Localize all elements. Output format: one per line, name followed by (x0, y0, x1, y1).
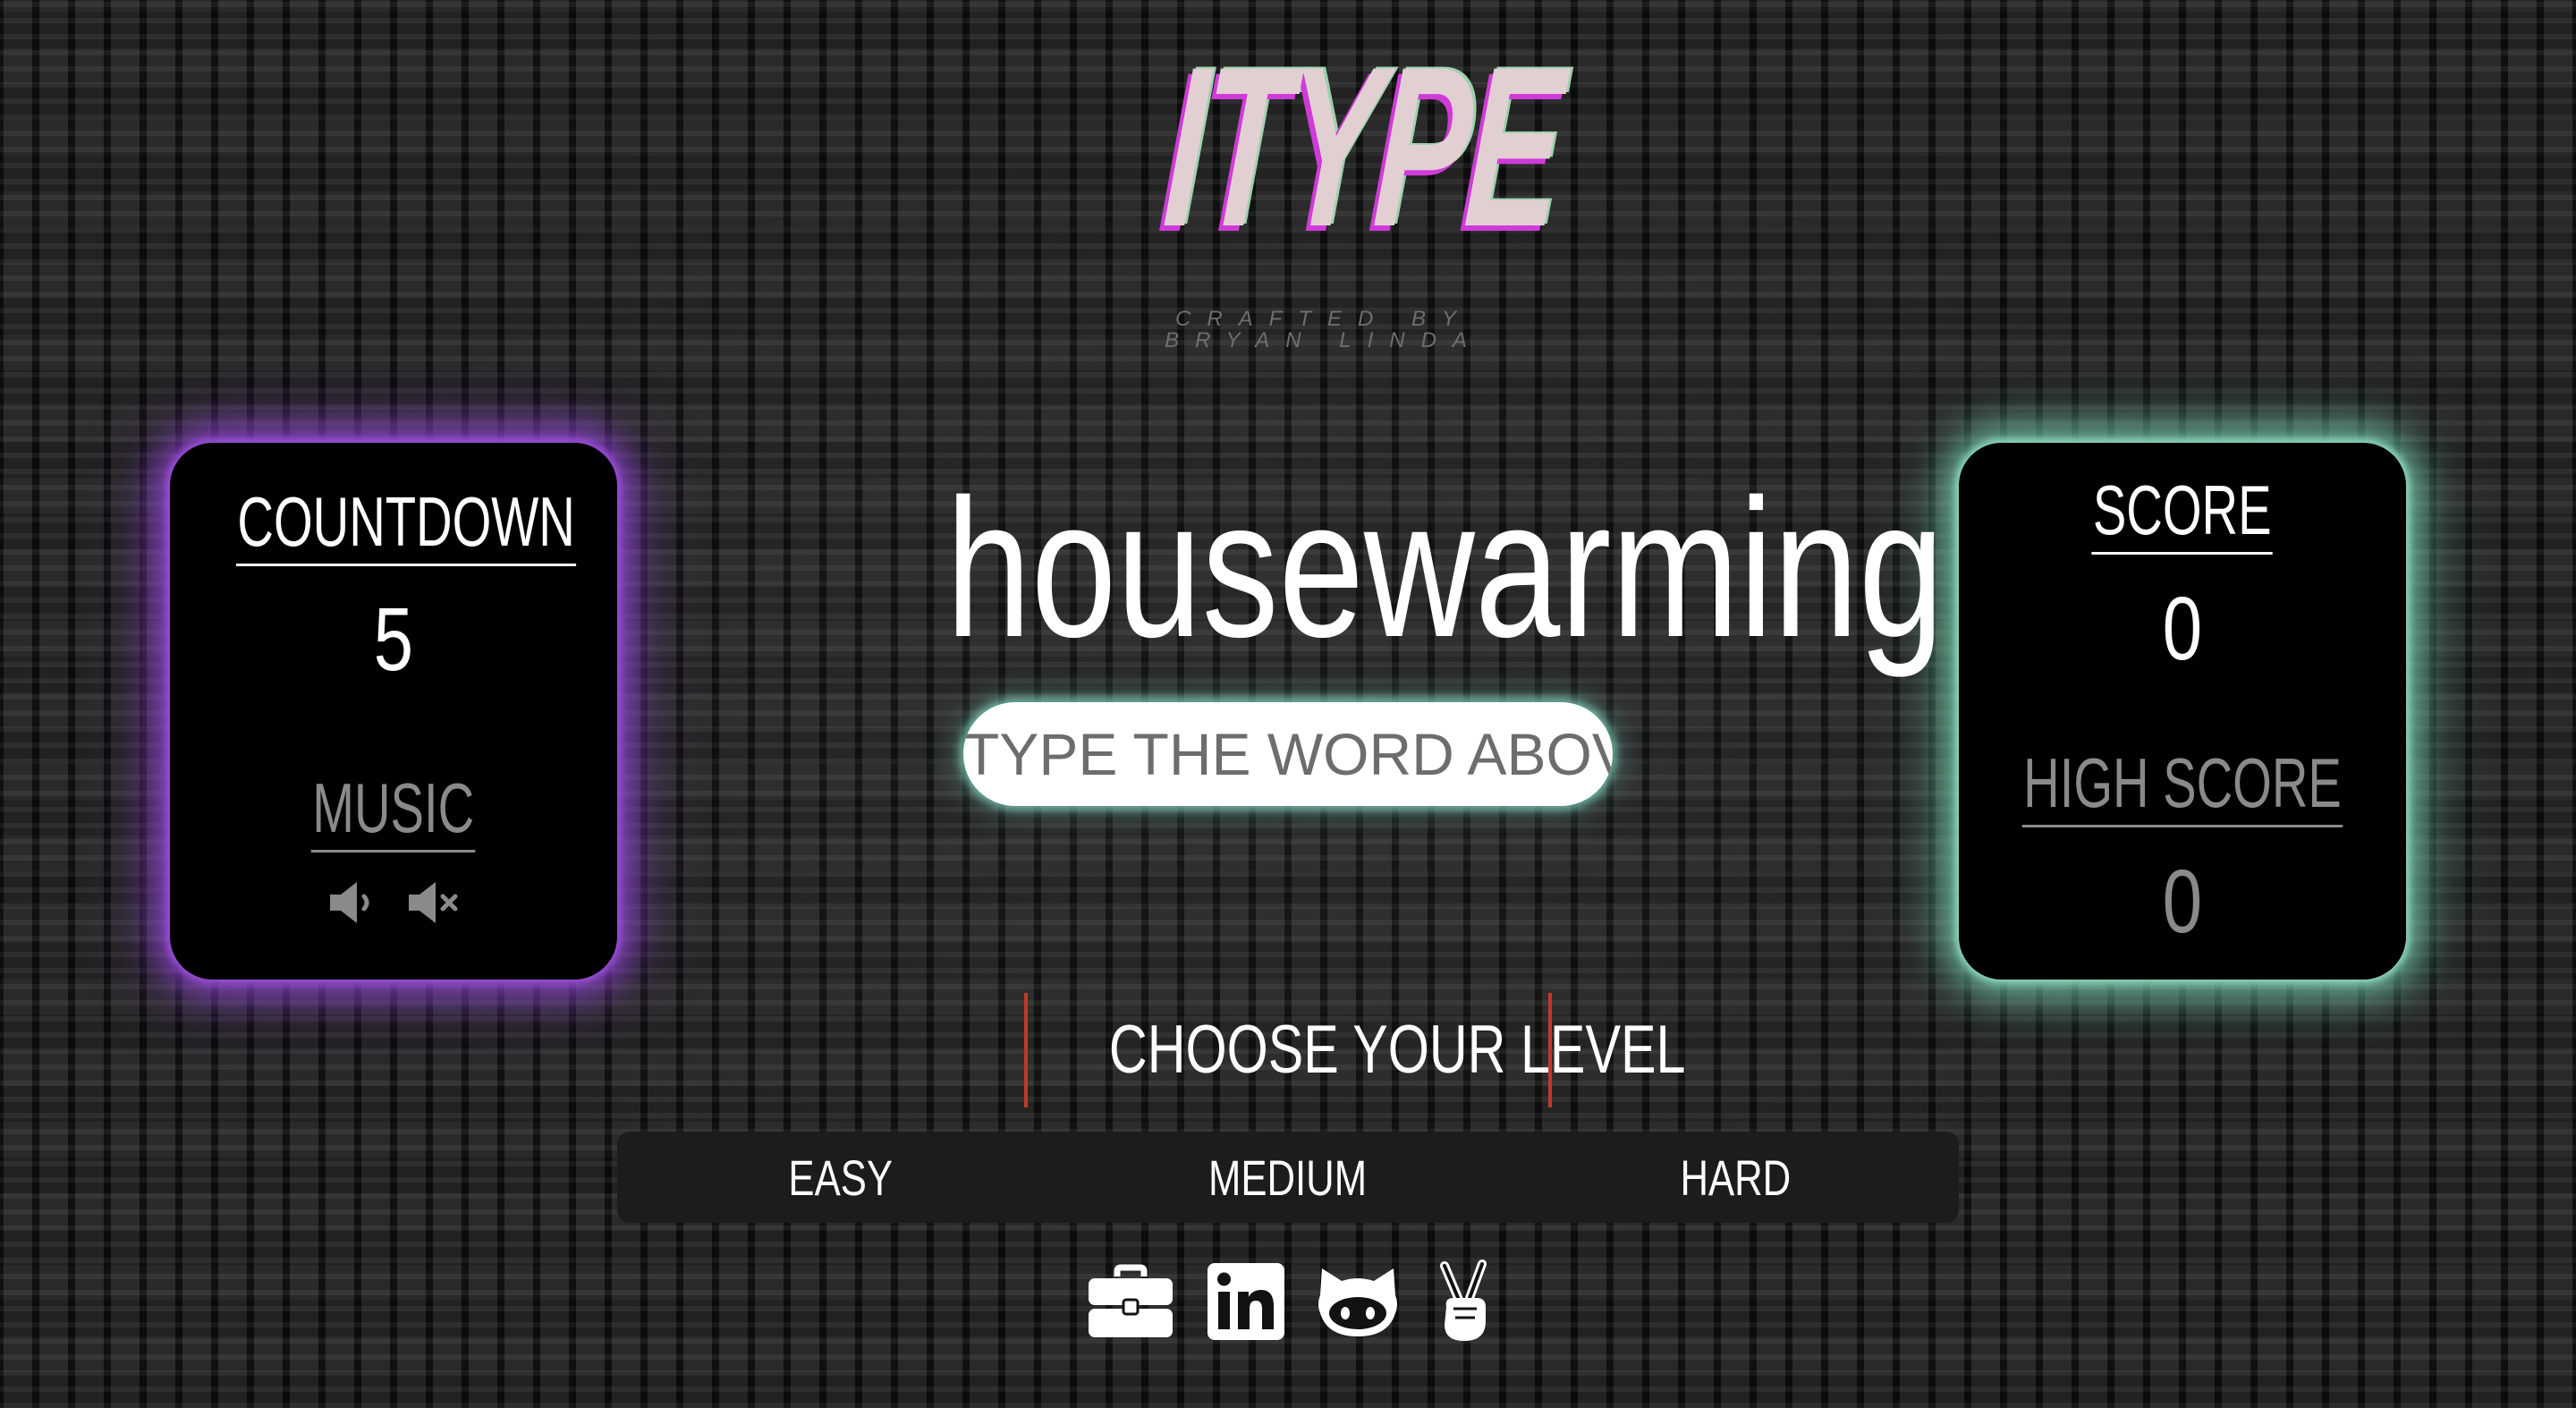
high-score-label: HIGH SCORE (2021, 742, 2343, 827)
logo-title: ITYPE (1158, 20, 1567, 275)
current-word: housewarming (945, 458, 1945, 678)
countdown-label: COUNTDOWN (235, 481, 577, 566)
credit-line-1: CRAFTED BY (1174, 307, 1472, 331)
logo: ITYPE (1046, 20, 1567, 275)
music-label-wrap: MUSIC (170, 768, 617, 852)
github-icon[interactable] (1317, 1265, 1399, 1338)
level-hard-label: HARD (1680, 1149, 1791, 1206)
score-value: 0 (2162, 579, 2203, 679)
peace-hand-icon[interactable] (1432, 1259, 1498, 1344)
countdown-value-wrap: 5 (170, 590, 617, 689)
volume-on-icon[interactable] (326, 877, 382, 929)
countdown-label-wrap: COUNTDOWN (170, 481, 617, 566)
word-input[interactable] (963, 702, 1613, 806)
level-hard-button[interactable]: HARD (1512, 1132, 1959, 1223)
score-label-wrap: SCORE (1959, 470, 2406, 555)
linkedin-icon[interactable] (1207, 1263, 1284, 1340)
countdown-value: 5 (373, 589, 414, 690)
score-label: SCORE (2091, 470, 2274, 555)
level-easy-button[interactable]: EASY (617, 1132, 1064, 1223)
level-medium-button[interactable]: MEDIUM (1064, 1132, 1512, 1223)
current-word-wrap: housewarming (805, 470, 1944, 666)
level-title-wrap: CHOOSE YOUR LEVEL (1024, 993, 1686, 1107)
high-score-label-wrap: HIGH SCORE (1959, 742, 2406, 827)
social-links (1087, 1257, 1498, 1346)
volume-mute-icon[interactable] (405, 877, 461, 929)
level-title: CHOOSE YOUR LEVEL (1108, 1012, 1686, 1088)
music-controls (170, 877, 617, 929)
credit: CRAFTED BY BRYAN LINDA (1127, 309, 1521, 352)
level-selector: EASY MEDIUM HARD (617, 1132, 1959, 1223)
high-score-value-wrap: 0 (1959, 852, 2406, 951)
credit-line-2: BRYAN LINDA (1165, 328, 1483, 352)
music-label: MUSIC (311, 768, 476, 852)
high-score-value: 0 (2162, 852, 2203, 952)
briefcase-icon[interactable] (1087, 1264, 1174, 1339)
level-medium-label: MEDIUM (1208, 1149, 1368, 1206)
level-easy-label: EASY (788, 1149, 894, 1206)
score-value-wrap: 0 (1959, 580, 2406, 678)
